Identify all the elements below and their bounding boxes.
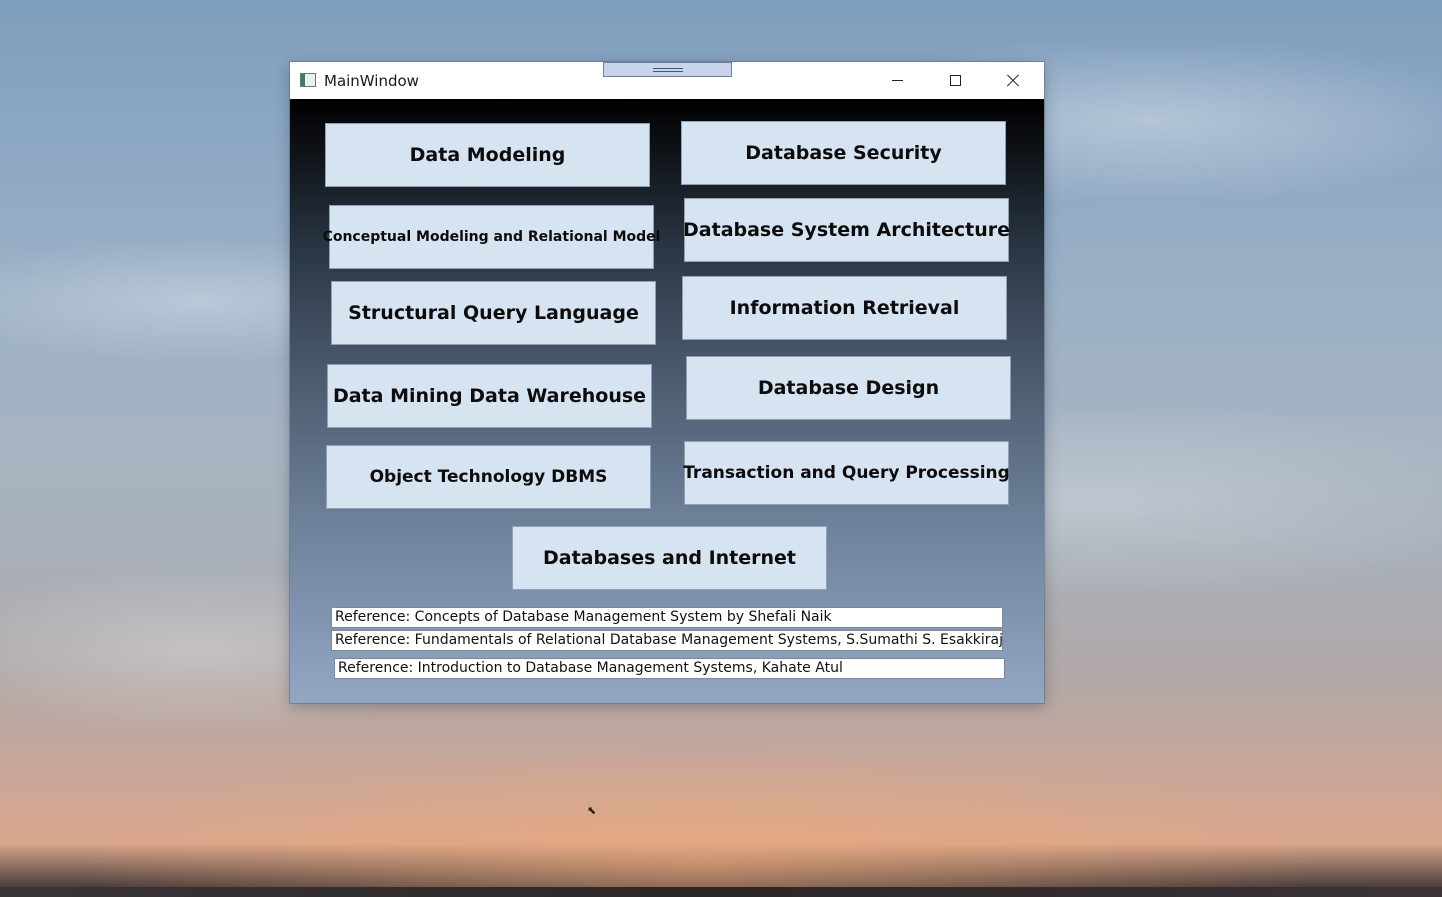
- data-mining-data-warehouse-button[interactable]: Data Mining Data Warehouse: [327, 364, 652, 428]
- main-window: MainWindow Data Modeling Database Securi…: [290, 62, 1044, 703]
- grip-line: [653, 71, 683, 72]
- close-button[interactable]: [984, 62, 1042, 99]
- database-design-button[interactable]: Database Design: [686, 356, 1011, 420]
- transaction-query-processing-button[interactable]: Transaction and Query Processing: [683, 441, 1010, 505]
- information-retrieval-button[interactable]: Information Retrieval: [682, 276, 1007, 340]
- title-bar[interactable]: MainWindow: [290, 62, 1044, 99]
- object-technology-dbms-button[interactable]: Object Technology DBMS: [326, 445, 651, 509]
- close-icon: [1006, 74, 1020, 88]
- data-modeling-button[interactable]: Data Modeling: [325, 123, 650, 187]
- toolbar-drag-handle[interactable]: [603, 62, 732, 77]
- desktop-horizon: [0, 887, 1442, 897]
- database-security-button[interactable]: Database Security: [681, 121, 1006, 185]
- mouse-cursor-icon: ⬉: [587, 805, 597, 817]
- database-system-architecture-button[interactable]: Database System Architecture: [683, 198, 1010, 262]
- minimize-button[interactable]: [868, 62, 926, 99]
- structural-query-language-button[interactable]: Structural Query Language: [331, 281, 656, 345]
- grip-line: [653, 68, 683, 69]
- app-window-icon: [300, 73, 316, 87]
- minimize-icon: [891, 80, 903, 81]
- databases-and-internet-button[interactable]: Databases and Internet: [512, 526, 827, 590]
- reference-field[interactable]: Reference: Introduction to Database Mana…: [334, 658, 1005, 679]
- reference-field[interactable]: Reference: Concepts of Database Manageme…: [331, 607, 1003, 628]
- conceptual-modeling-button[interactable]: Conceptual Modeling and Relational Model: [323, 205, 660, 269]
- window-content: Data Modeling Database Security Conceptu…: [290, 99, 1044, 703]
- maximize-button[interactable]: [926, 62, 984, 99]
- reference-field[interactable]: Reference: Fundamentals of Relational Da…: [331, 630, 1003, 651]
- maximize-icon: [949, 75, 961, 86]
- window-title: MainWindow: [324, 72, 419, 90]
